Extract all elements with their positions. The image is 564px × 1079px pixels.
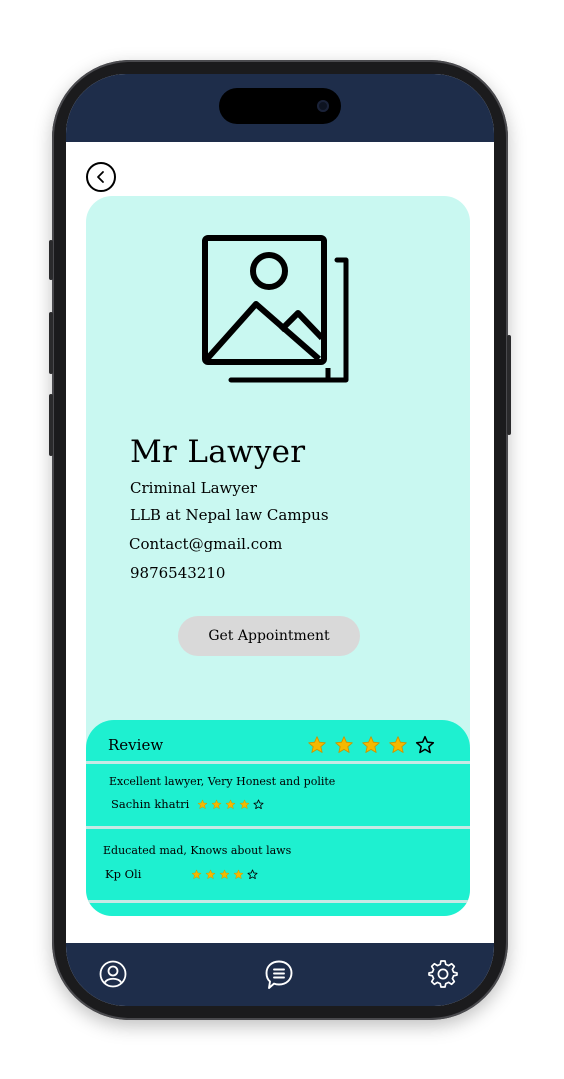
get-appointment-button[interactable]: Get Appointment: [178, 616, 360, 656]
camera-icon: [317, 100, 329, 112]
phone-volume-down-button: [49, 394, 53, 456]
star-filled-icon: [197, 799, 208, 809]
star-outline-icon: [415, 735, 435, 754]
user-profile-icon: [99, 960, 127, 988]
star-filled-icon: [233, 869, 244, 879]
phone-power-button: [507, 335, 511, 435]
lawyer-email[interactable]: Contact@gmail.com: [129, 535, 282, 553]
dynamic-island: [219, 88, 341, 124]
review-text: Educated mad, Knows about laws: [103, 844, 292, 857]
nav-profile-button[interactable]: [98, 959, 128, 989]
star-filled-icon: [219, 869, 230, 879]
nav-chat-button[interactable]: [264, 960, 294, 990]
star-filled-icon: [191, 869, 202, 879]
gear-icon: [428, 960, 458, 988]
overall-rating: [307, 735, 435, 755]
lawyer-name: Mr Lawyer: [130, 434, 306, 470]
lawyer-education: LLB at Nepal law Campus: [130, 506, 329, 524]
reviewer-name: Kp Oli: [105, 867, 142, 881]
phone-side-button: [49, 240, 53, 280]
lawyer-specialty: Criminal Lawyer: [130, 479, 257, 497]
review-section: Review Excellent lawyer, Very Honest and…: [86, 720, 470, 916]
star-filled-icon: [389, 736, 407, 753]
review-rating: [191, 869, 258, 880]
chevron-left-icon: [97, 171, 104, 183]
app-screen: Mr Lawyer Criminal Lawyer LLB at Nepal l…: [66, 74, 494, 1006]
review-item: Excellent lawyer, Very Honest and polite…: [86, 764, 470, 826]
review-item: Educated mad, Knows about laws Kp Oli: [86, 829, 470, 897]
star-filled-icon: [362, 736, 380, 753]
lawyer-phone[interactable]: 9876543210: [130, 564, 225, 582]
chat-icon: [265, 960, 293, 989]
phone-volume-up-button: [49, 312, 53, 374]
status-bar: [66, 74, 494, 142]
star-filled-icon: [335, 736, 353, 753]
nav-settings-button[interactable]: [428, 959, 458, 989]
star-filled-icon: [239, 799, 250, 809]
image-gallery-icon: [202, 235, 349, 383]
review-text: Excellent lawyer, Very Honest and polite: [109, 775, 336, 788]
review-rating: [197, 799, 264, 810]
star-outline-icon: [247, 869, 258, 880]
star-filled-icon: [211, 799, 222, 809]
bottom-nav: [66, 943, 494, 1006]
star-filled-icon: [225, 799, 236, 809]
review-header: Review: [86, 720, 470, 764]
star-filled-icon: [205, 869, 216, 879]
review-divider: [86, 900, 470, 903]
star-filled-icon: [308, 736, 326, 753]
reviewer-name: Sachin khatri: [111, 797, 190, 811]
profile-card: Mr Lawyer Criminal Lawyer LLB at Nepal l…: [86, 196, 470, 916]
back-button[interactable]: [86, 162, 116, 192]
review-title: Review: [108, 736, 164, 754]
star-outline-icon: [253, 799, 264, 810]
